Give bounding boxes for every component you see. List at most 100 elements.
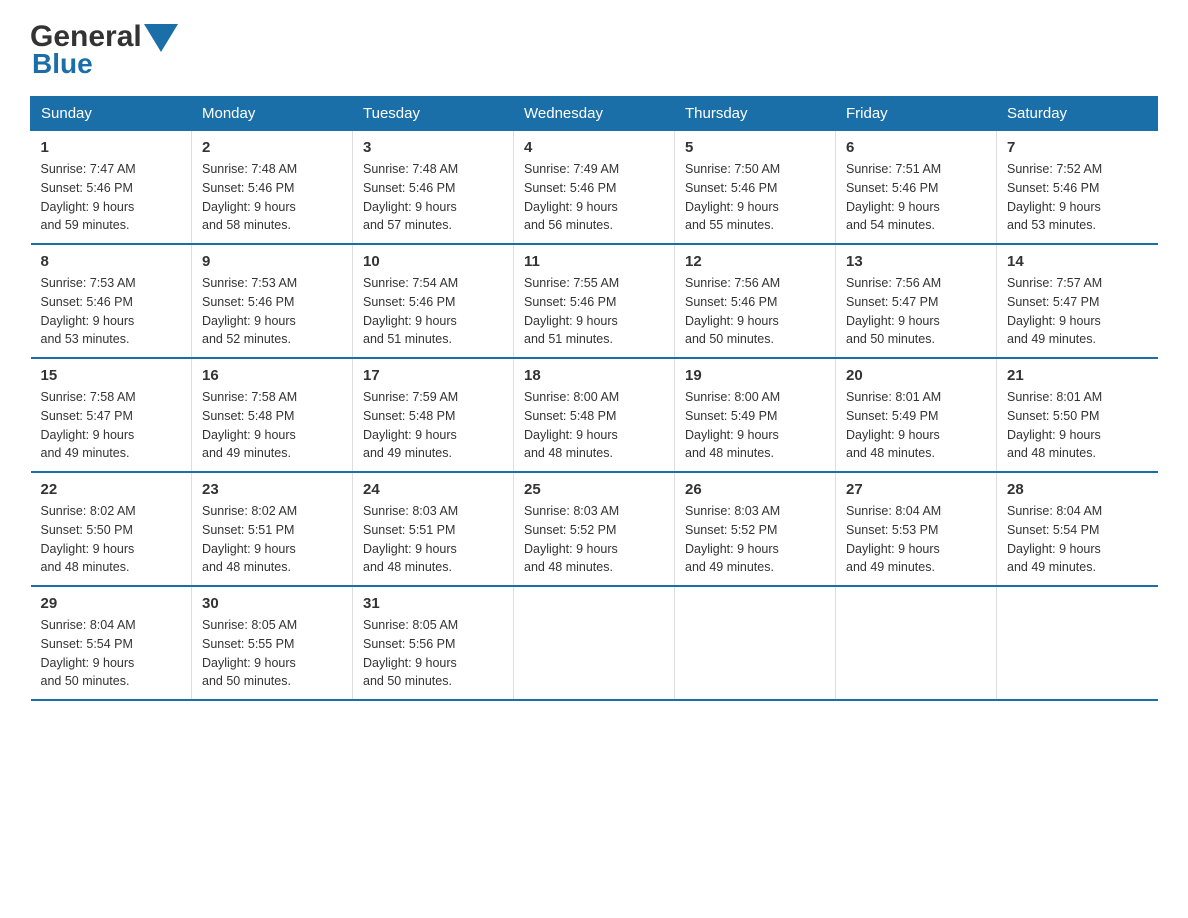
day-number: 15 xyxy=(41,367,182,384)
day-number: 7 xyxy=(1007,139,1148,156)
page-header: General Blue xyxy=(30,20,1158,80)
calendar-week-4: 22 Sunrise: 8:02 AMSunset: 5:50 PMDayligh… xyxy=(31,472,1158,586)
calendar-cell: 5Sunrise: 7:50 AMSunset: 5:46 PMDaylight… xyxy=(675,131,836,245)
day-number: 8 xyxy=(41,253,182,270)
calendar-cell xyxy=(836,586,997,700)
day-info: Sunrise: 8:00 AMSunset: 5:49 PMDaylight:… xyxy=(685,388,825,463)
day-info: Sunrise: 8:00 AMSunset: 5:48 PMDaylight:… xyxy=(524,388,664,463)
day-number: 17 xyxy=(363,367,503,384)
calendar-cell: 18 Sunrise: 8:00 AMSunset: 5:48 PMDayligh… xyxy=(514,358,675,472)
calendar-cell: 14 Sunrise: 7:57 AMSunset: 5:47 PMDayligh… xyxy=(997,244,1158,358)
day-info: Sunrise: 8:03 AMSunset: 5:52 PMDaylight:… xyxy=(524,502,664,577)
calendar-cell: 25 Sunrise: 8:03 AMSunset: 5:52 PMDayligh… xyxy=(514,472,675,586)
calendar-cell: 26 Sunrise: 8:03 AMSunset: 5:52 PMDayligh… xyxy=(675,472,836,586)
weekday-header-friday: Friday xyxy=(836,97,997,131)
day-info: Sunrise: 8:04 AMSunset: 5:54 PMDaylight:… xyxy=(41,616,182,691)
day-number: 10 xyxy=(363,253,503,270)
day-number: 3 xyxy=(363,139,503,156)
day-number: 1 xyxy=(41,139,182,156)
calendar-cell: 22 Sunrise: 8:02 AMSunset: 5:50 PMDayligh… xyxy=(31,472,192,586)
calendar-cell: 21Sunrise: 8:01 AMSunset: 5:50 PMDayligh… xyxy=(997,358,1158,472)
calendar-cell: 15 Sunrise: 7:58 AMSunset: 5:47 PMDayligh… xyxy=(31,358,192,472)
day-info: Sunrise: 7:47 AMSunset: 5:46 PMDaylight:… xyxy=(41,160,182,235)
day-number: 5 xyxy=(685,139,825,156)
day-info: Sunrise: 8:03 AMSunset: 5:52 PMDaylight:… xyxy=(685,502,825,577)
day-info: Sunrise: 8:02 AMSunset: 5:50 PMDaylight:… xyxy=(41,502,182,577)
logo-triangle-icon xyxy=(144,24,178,54)
day-number: 29 xyxy=(41,595,182,612)
calendar-table: SundayMondayTuesdayWednesdayThursdayFrid… xyxy=(30,96,1158,701)
calendar-cell: 27 Sunrise: 8:04 AMSunset: 5:53 PMDayligh… xyxy=(836,472,997,586)
day-number: 27 xyxy=(846,481,986,498)
day-number: 13 xyxy=(846,253,986,270)
day-number: 25 xyxy=(524,481,664,498)
day-number: 11 xyxy=(524,253,664,270)
day-info: Sunrise: 7:58 AMSunset: 5:47 PMDaylight:… xyxy=(41,388,182,463)
calendar-cell xyxy=(675,586,836,700)
day-info: Sunrise: 7:48 AMSunset: 5:46 PMDaylight:… xyxy=(363,160,503,235)
day-info: Sunrise: 7:49 AMSunset: 5:46 PMDaylight:… xyxy=(524,160,664,235)
day-number: 9 xyxy=(202,253,342,270)
calendar-cell: 7 Sunrise: 7:52 AMSunset: 5:46 PMDaylight… xyxy=(997,131,1158,245)
day-number: 31 xyxy=(363,595,503,612)
day-info: Sunrise: 7:53 AMSunset: 5:46 PMDaylight:… xyxy=(202,274,342,349)
calendar-cell: 9 Sunrise: 7:53 AMSunset: 5:46 PMDaylight… xyxy=(192,244,353,358)
day-info: Sunrise: 7:56 AMSunset: 5:47 PMDaylight:… xyxy=(846,274,986,349)
day-info: Sunrise: 8:05 AMSunset: 5:55 PMDaylight:… xyxy=(202,616,342,691)
day-info: Sunrise: 8:04 AMSunset: 5:54 PMDaylight:… xyxy=(1007,502,1148,577)
calendar-cell: 20 Sunrise: 8:01 AMSunset: 5:49 PMDayligh… xyxy=(836,358,997,472)
day-number: 22 xyxy=(41,481,182,498)
calendar-cell: 24 Sunrise: 8:03 AMSunset: 5:51 PMDayligh… xyxy=(353,472,514,586)
calendar-cell: 6 Sunrise: 7:51 AMSunset: 5:46 PMDaylight… xyxy=(836,131,997,245)
weekday-header-saturday: Saturday xyxy=(997,97,1158,131)
day-number: 18 xyxy=(524,367,664,384)
calendar-cell: 1 Sunrise: 7:47 AMSunset: 5:46 PMDaylight… xyxy=(31,131,192,245)
day-info: Sunrise: 7:52 AMSunset: 5:46 PMDaylight:… xyxy=(1007,160,1148,235)
weekday-header-wednesday: Wednesday xyxy=(514,97,675,131)
day-info: Sunrise: 8:04 AMSunset: 5:53 PMDaylight:… xyxy=(846,502,986,577)
day-info: Sunrise: 7:48 AMSunset: 5:46 PMDaylight:… xyxy=(202,160,342,235)
calendar-cell: 2 Sunrise: 7:48 AMSunset: 5:46 PMDaylight… xyxy=(192,131,353,245)
calendar-cell: 4 Sunrise: 7:49 AMSunset: 5:46 PMDaylight… xyxy=(514,131,675,245)
day-info: Sunrise: 7:56 AMSunset: 5:46 PMDaylight:… xyxy=(685,274,825,349)
day-info: Sunrise: 8:02 AMSunset: 5:51 PMDaylight:… xyxy=(202,502,342,577)
calendar-body: 1 Sunrise: 7:47 AMSunset: 5:46 PMDaylight… xyxy=(31,131,1158,701)
day-number: 23 xyxy=(202,481,342,498)
day-info: Sunrise: 7:53 AMSunset: 5:46 PMDaylight:… xyxy=(41,274,182,349)
day-info: Sunrise: 8:03 AMSunset: 5:51 PMDaylight:… xyxy=(363,502,503,577)
calendar-week-1: 1 Sunrise: 7:47 AMSunset: 5:46 PMDaylight… xyxy=(31,131,1158,245)
weekday-header-sunday: Sunday xyxy=(31,97,192,131)
calendar-cell: 19 Sunrise: 8:00 AMSunset: 5:49 PMDayligh… xyxy=(675,358,836,472)
weekday-header-monday: Monday xyxy=(192,97,353,131)
weekday-header-row: SundayMondayTuesdayWednesdayThursdayFrid… xyxy=(31,97,1158,131)
day-number: 24 xyxy=(363,481,503,498)
calendar-cell xyxy=(997,586,1158,700)
day-info: Sunrise: 7:51 AMSunset: 5:46 PMDaylight:… xyxy=(846,160,986,235)
day-number: 12 xyxy=(685,253,825,270)
calendar-cell: 12 Sunrise: 7:56 AMSunset: 5:46 PMDayligh… xyxy=(675,244,836,358)
weekday-header-tuesday: Tuesday xyxy=(353,97,514,131)
day-info: Sunrise: 7:55 AMSunset: 5:46 PMDaylight:… xyxy=(524,274,664,349)
day-number: 6 xyxy=(846,139,986,156)
day-number: 4 xyxy=(524,139,664,156)
day-info: Sunrise: 7:57 AMSunset: 5:47 PMDaylight:… xyxy=(1007,274,1148,349)
day-number: 14 xyxy=(1007,253,1148,270)
day-info: Sunrise: 8:01 AMSunset: 5:49 PMDaylight:… xyxy=(846,388,986,463)
day-info: Sunrise: 8:01 AMSunset: 5:50 PMDaylight:… xyxy=(1007,388,1148,463)
calendar-cell: 13 Sunrise: 7:56 AMSunset: 5:47 PMDayligh… xyxy=(836,244,997,358)
day-number: 19 xyxy=(685,367,825,384)
day-number: 16 xyxy=(202,367,342,384)
calendar-cell: 17 Sunrise: 7:59 AMSunset: 5:48 PMDayligh… xyxy=(353,358,514,472)
calendar-week-3: 15 Sunrise: 7:58 AMSunset: 5:47 PMDayligh… xyxy=(31,358,1158,472)
weekday-header-thursday: Thursday xyxy=(675,97,836,131)
day-info: Sunrise: 7:54 AMSunset: 5:46 PMDaylight:… xyxy=(363,274,503,349)
day-info: Sunrise: 7:58 AMSunset: 5:48 PMDaylight:… xyxy=(202,388,342,463)
day-number: 20 xyxy=(846,367,986,384)
calendar-cell: 23 Sunrise: 8:02 AMSunset: 5:51 PMDayligh… xyxy=(192,472,353,586)
day-info: Sunrise: 7:59 AMSunset: 5:48 PMDaylight:… xyxy=(363,388,503,463)
day-number: 26 xyxy=(685,481,825,498)
calendar-header: SundayMondayTuesdayWednesdayThursdayFrid… xyxy=(31,97,1158,131)
calendar-cell: 3 Sunrise: 7:48 AMSunset: 5:46 PMDaylight… xyxy=(353,131,514,245)
calendar-cell: 29 Sunrise: 8:04 AMSunset: 5:54 PMDayligh… xyxy=(31,586,192,700)
day-number: 2 xyxy=(202,139,342,156)
